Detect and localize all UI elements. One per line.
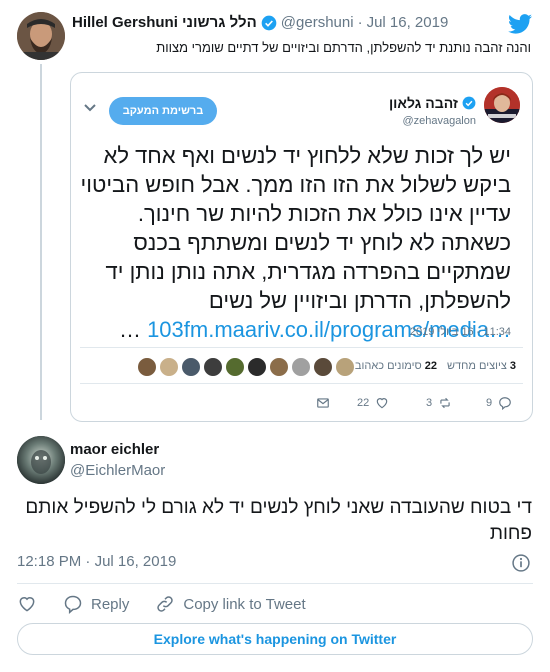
quoted-avatar[interactable] bbox=[484, 87, 520, 123]
quoted-timestamp[interactable]: 11:34 - 16 ביולי 2019 bbox=[410, 326, 511, 338]
liker-avatar[interactable] bbox=[313, 357, 333, 377]
retweet-icon bbox=[440, 397, 450, 409]
quoted-body-line: יש לך זכות שלא ללחוץ יד לנשים ואף אחד לא bbox=[103, 143, 511, 168]
parent-avatar[interactable] bbox=[17, 12, 65, 60]
verified-badge-icon bbox=[462, 96, 476, 110]
quoted-body-line: כשאתה לא לוחץ יד לנשים ומשתתף בכנס bbox=[133, 230, 511, 255]
liker-avatar[interactable] bbox=[247, 357, 267, 377]
thread-line bbox=[40, 64, 42, 420]
quoted-body-line: להשפלתן, הדרתן וביזויין של נשים bbox=[208, 288, 511, 313]
mail-icon bbox=[317, 398, 329, 408]
reply-icon bbox=[64, 595, 82, 614]
reply-icon bbox=[499, 397, 511, 410]
main-actions: Reply Copy link to Tweet bbox=[17, 593, 332, 615]
liker-avatars bbox=[137, 357, 355, 377]
quoted-tweet-card[interactable]: זהבה גלאון @zehavagalon ברשימת המעקב יש … bbox=[70, 72, 533, 422]
liker-avatar[interactable] bbox=[159, 357, 179, 377]
chevron-down-icon[interactable] bbox=[83, 103, 97, 113]
parent-tweet-text: והנה זהבה נותנת יד להשפלתן, הדרתם וביזוי… bbox=[156, 40, 531, 55]
main-date: Jul 16, 2019 bbox=[94, 553, 177, 570]
quoted-author-name: זהבה גלאון bbox=[388, 95, 458, 111]
copy-link-label: Copy link to Tweet bbox=[183, 595, 306, 613]
parent-header: Hillel Gershuni הלל גרשוני @gershuni · J… bbox=[72, 14, 448, 31]
retweet-count: 3 bbox=[426, 397, 433, 409]
main-tweet-text: די בטוח שהעובדה שאני לוחץ לנשים יד לא גו… bbox=[25, 497, 532, 544]
likes-stat[interactable]: 22 סימונים כאהוב bbox=[355, 360, 437, 372]
link-ellipsis: … bbox=[118, 317, 141, 342]
likes-label: סימונים כאהוב bbox=[354, 360, 422, 372]
reply-count: 9 bbox=[486, 397, 493, 409]
copy-link-button[interactable]: Copy link to Tweet bbox=[155, 594, 306, 614]
parent-handle[interactable]: @gershuni bbox=[281, 14, 354, 31]
info-icon[interactable] bbox=[511, 553, 531, 573]
quoted-tweet-body: יש לך זכות שלא ללחוץ יד לנשים ואף אחד לא… bbox=[81, 141, 511, 344]
liker-avatar[interactable] bbox=[335, 357, 355, 377]
quoted-body-line: שמתקיים בהפרדה מגדרית, אתה נותן נותן יד bbox=[105, 259, 511, 284]
quoted-retweet-action[interactable]: 3 bbox=[426, 396, 452, 410]
quoted-body-line: ביקש לשלול את הזו הזו ממך. אבל חופש הביט… bbox=[80, 172, 511, 197]
quoted-author[interactable]: זהבה גלאון bbox=[389, 95, 476, 111]
parent-tweet: Hillel Gershuni הלל גרשוני @gershuni · J… bbox=[0, 0, 550, 422]
like-button[interactable] bbox=[17, 594, 37, 614]
liker-avatar[interactable] bbox=[181, 357, 201, 377]
likes-count: 22 bbox=[424, 360, 438, 372]
quoted-actions: 9 3 22 bbox=[71, 396, 532, 414]
liker-avatar[interactable] bbox=[225, 357, 245, 377]
main-author-name[interactable]: maor eichler bbox=[70, 441, 159, 458]
retweets-label: ציוצים מחדש bbox=[447, 360, 507, 372]
reply-button[interactable]: Reply bbox=[63, 594, 129, 614]
parent-author-name[interactable]: Hillel Gershuni הלל גרשוני bbox=[72, 14, 257, 31]
follow-button[interactable]: ברשימת המעקב bbox=[109, 97, 217, 125]
reply-label: Reply bbox=[91, 595, 130, 613]
retweets-count: 3 bbox=[509, 360, 516, 372]
main-handle[interactable]: @EichlerMaor bbox=[70, 462, 165, 479]
like-count: 22 bbox=[357, 397, 370, 409]
parent-date[interactable]: Jul 16, 2019 bbox=[367, 14, 449, 31]
main-time: 12:18 PM bbox=[17, 553, 82, 570]
liker-avatar[interactable] bbox=[137, 357, 157, 377]
heart-icon bbox=[376, 398, 388, 409]
main-avatar[interactable] bbox=[17, 436, 65, 484]
twitter-bird-icon[interactable] bbox=[508, 14, 532, 34]
parent-separator: · bbox=[357, 14, 363, 31]
retweets-stat[interactable]: 3 ציוצים מחדש bbox=[447, 360, 516, 372]
main-timestamp[interactable]: 12:18 PM · Jul 16, 2019 bbox=[17, 553, 176, 570]
quoted-handle[interactable]: @zehavagalon bbox=[402, 115, 476, 127]
link-icon bbox=[157, 596, 174, 612]
quoted-reply-action[interactable]: 9 bbox=[486, 396, 512, 410]
quoted-stats: 3 ציוצים מחדש 22 סימונים כאהוב bbox=[355, 360, 516, 372]
explore-button[interactable]: Explore what's happening on Twitter bbox=[17, 623, 533, 655]
liker-avatar[interactable] bbox=[291, 357, 311, 377]
liker-avatar[interactable] bbox=[203, 357, 223, 377]
divider bbox=[17, 583, 533, 584]
divider bbox=[80, 347, 523, 348]
heart-icon bbox=[19, 597, 35, 612]
quoted-like-action[interactable]: 22 bbox=[357, 396, 389, 410]
main-separator: · bbox=[85, 553, 91, 570]
quoted-body-line: עדיין אינו כולל את הזכות להיות שר חינוך. bbox=[137, 201, 511, 226]
divider bbox=[80, 383, 523, 384]
liker-avatar[interactable] bbox=[269, 357, 289, 377]
verified-badge-icon bbox=[261, 15, 277, 30]
quoted-dm-action[interactable] bbox=[316, 396, 330, 410]
